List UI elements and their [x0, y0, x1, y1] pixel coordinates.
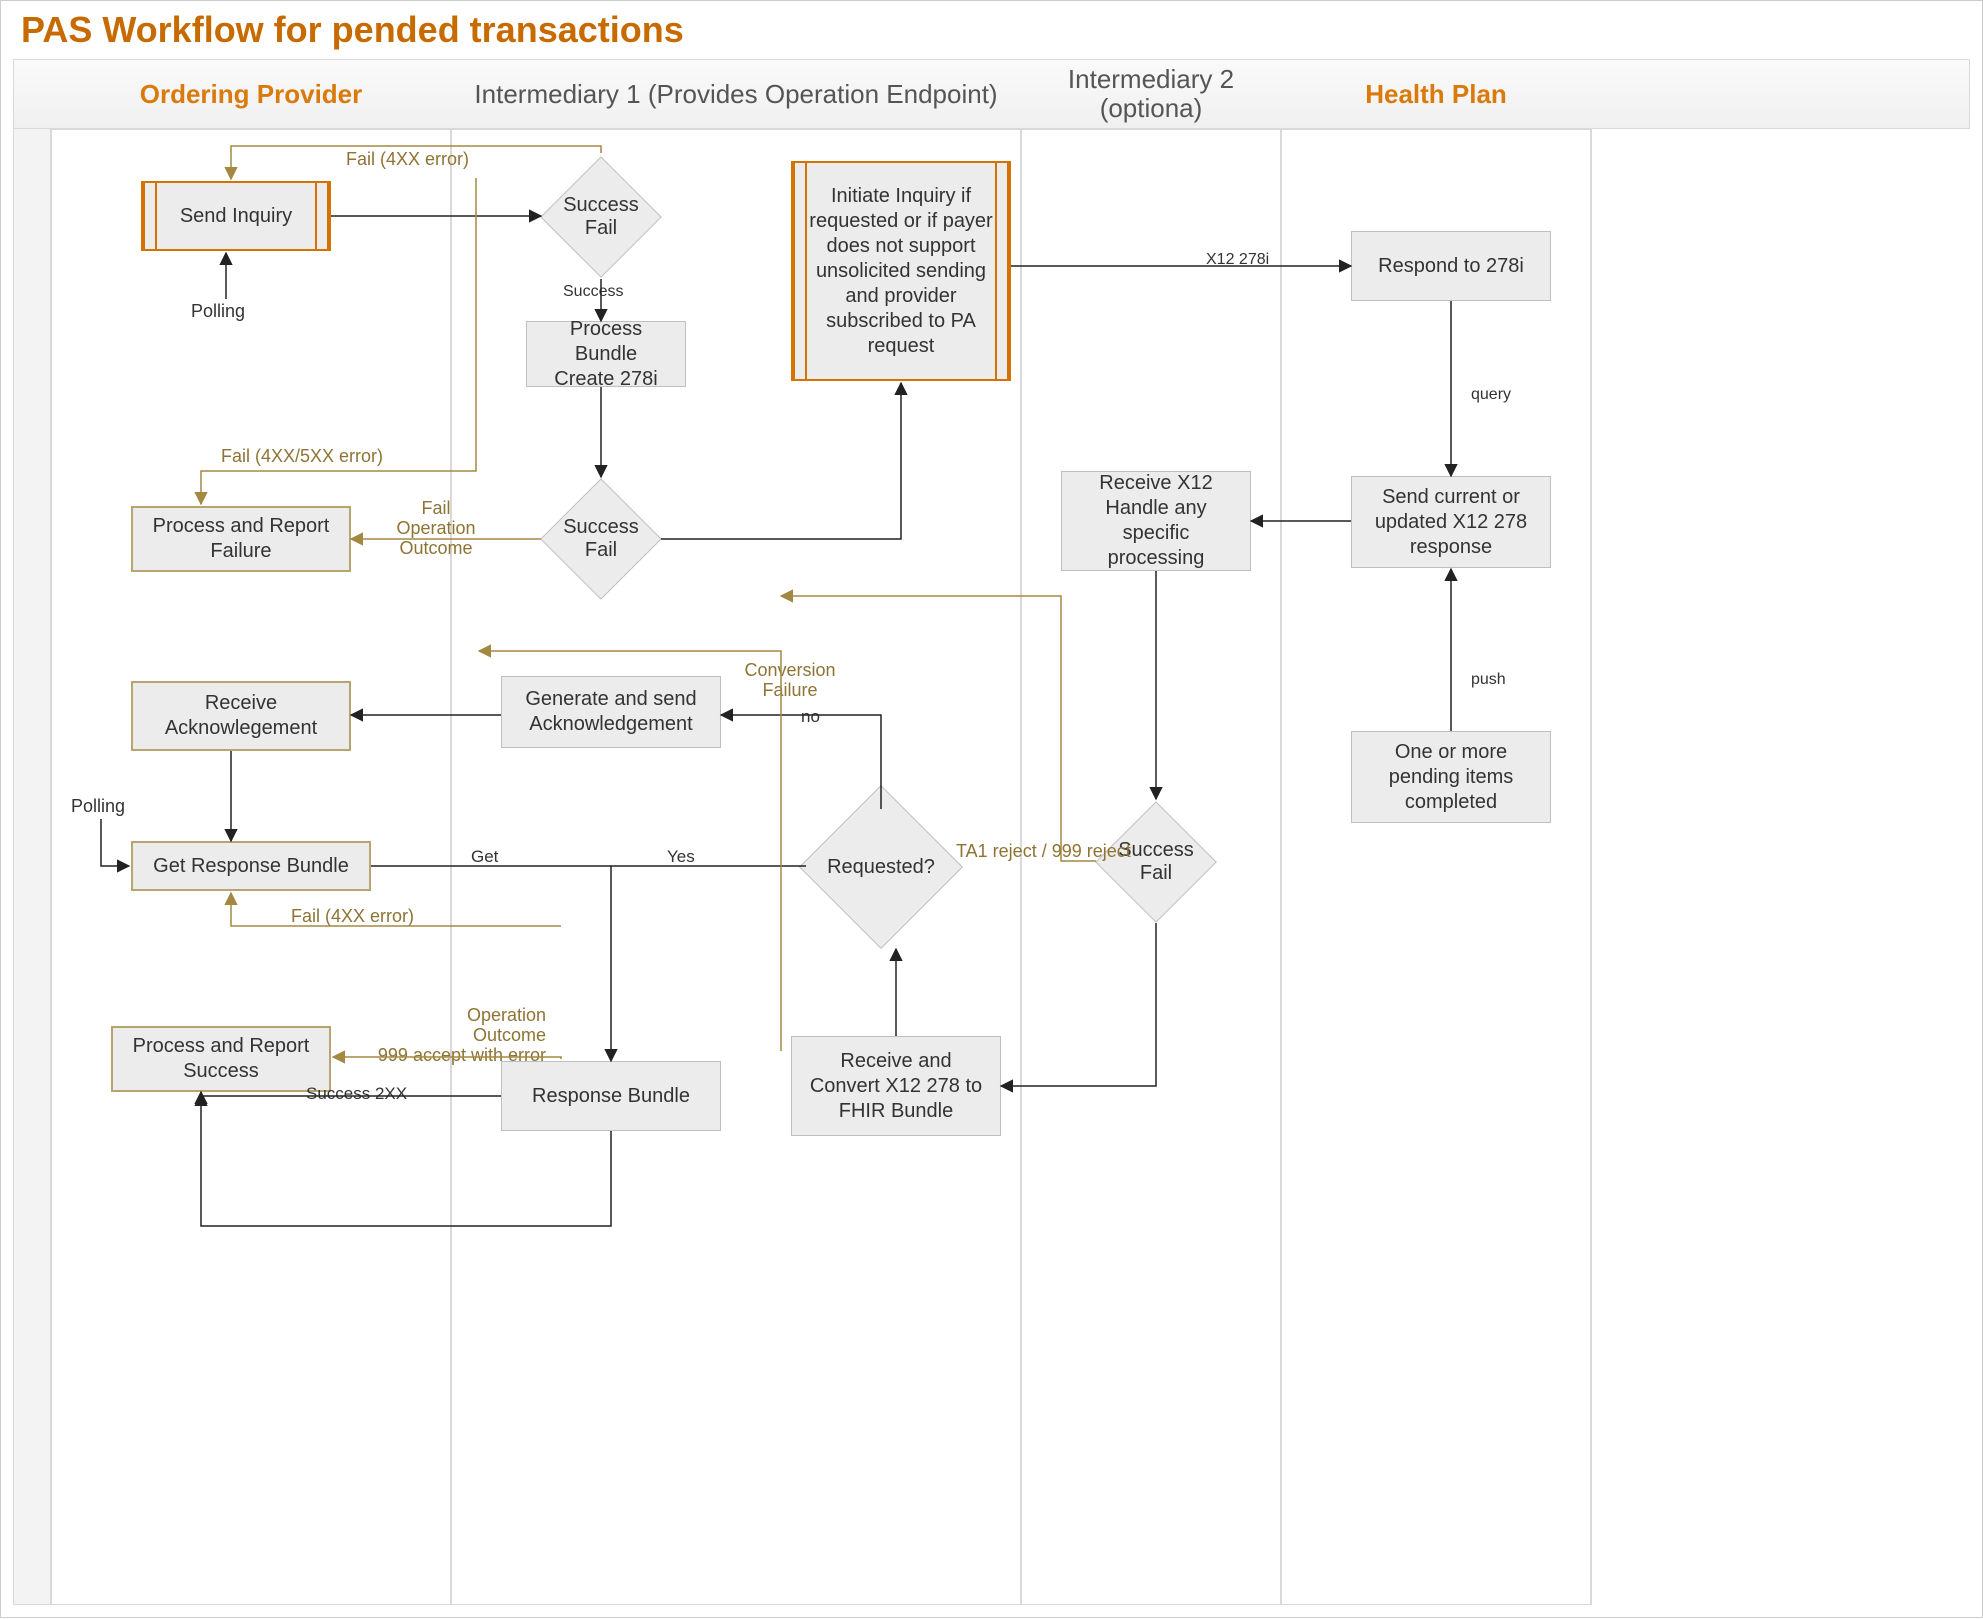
edge-query: query [1471, 386, 1511, 404]
lane-healthplan-header: Health Plan [1281, 59, 1591, 129]
node-pending-completed: One or morepending itemscompleted [1351, 731, 1551, 823]
node-send-current-updated: Send current orupdated X12 278response [1351, 476, 1551, 568]
edge-fail-op-outcome: FailOperationOutcome [376, 499, 496, 558]
diagram-canvas: PAS Workflow for pended transactions Ord… [0, 0, 1983, 1618]
edge-success-2xx: Success 2XX [306, 1084, 407, 1104]
edge-fail-4xx-bottom: Fail (4XX error) [291, 906, 414, 927]
lane-intermediary2-header: Intermediary 2 (optiona) [1021, 59, 1281, 129]
node-response-bundle: Response Bundle [501, 1061, 721, 1131]
lane-healthplan-body [1281, 129, 1591, 1605]
label-polling-top: Polling [191, 301, 245, 322]
edge-push: push [1471, 671, 1506, 689]
edge-ta1-999-reject: TA1 reject / 999 reject [956, 841, 1131, 862]
node-send-inquiry: Send Inquiry [141, 181, 331, 251]
node-process-report-success: Process and ReportSuccess [111, 1026, 331, 1092]
node-generate-send-ack: Generate and sendAcknowledgement [501, 676, 721, 748]
node-initiate-inquiry: Initiate Inquiry if requested or if paye… [791, 161, 1011, 381]
lane-ordering-header: Ordering Provider [51, 59, 451, 129]
edge-fail-4xx-top: Fail (4XX error) [346, 149, 469, 170]
edge-op-outcome-999: OperationOutcome999 accept with error [356, 1006, 546, 1065]
edge-fail-4xx5xx: Fail (4XX/5XX error) [221, 446, 383, 467]
edge-x12-278i: X12 278i [1206, 251, 1269, 269]
edge-yes: Yes [667, 847, 695, 867]
node-process-report-failure: Process and ReportFailure [131, 506, 351, 572]
node-receive-convert: Receive andConvert X12 278 toFHIR Bundle [791, 1036, 1001, 1136]
node-receive-x12-handle: Receive X12Handle anyspecific processing [1061, 471, 1251, 571]
lane-end [1591, 129, 1592, 1605]
lane-intermediary1-header: Intermediary 1 (Provides Operation Endpo… [451, 59, 1021, 129]
node-process-bundle-278i: Process BundleCreate 278i [526, 321, 686, 387]
edge-no: no [801, 707, 820, 727]
lane-gutter [13, 59, 51, 1605]
label-polling-bottom: Polling [71, 796, 125, 817]
edge-success-branch: Success [563, 283, 623, 301]
node-respond-to-278i: Respond to 278i [1351, 231, 1551, 301]
edge-conversion-failure: ConversionFailure [735, 661, 845, 701]
edge-get: Get [471, 847, 498, 867]
node-receive-ack: ReceiveAcknowlegement [131, 681, 351, 751]
diagram-title: PAS Workflow for pended transactions [21, 9, 684, 51]
node-get-response-bundle: Get Response Bundle [131, 841, 371, 891]
